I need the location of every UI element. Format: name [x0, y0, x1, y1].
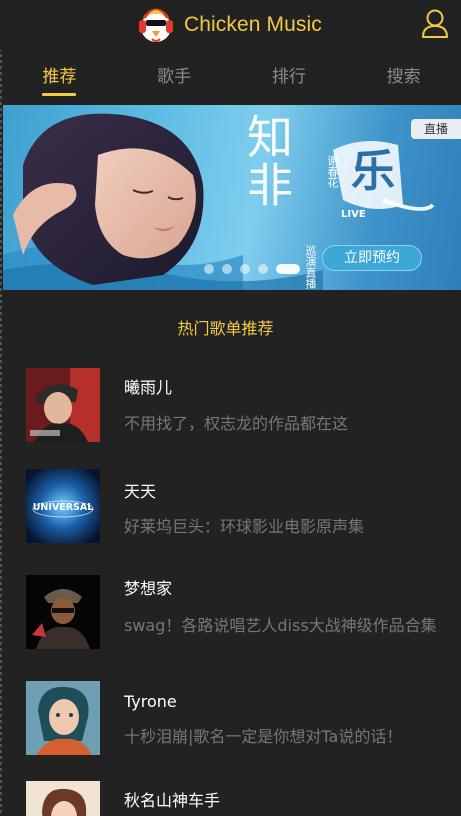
tab-recommend[interactable]: 推荐 — [2, 52, 117, 102]
playlist-cover-image: UNIVERSAL — [26, 469, 100, 543]
playlist-title: 曦雨儿 — [124, 378, 173, 397]
list-item[interactable]: Tyrone 十秒泪崩|歌名一定是你想对Ta说的话！ — [0, 681, 461, 761]
banner-title-text: 知非 — [240, 113, 294, 209]
user-profile-button[interactable] — [420, 8, 450, 40]
chicken-headphones-logo-icon — [136, 4, 176, 46]
playlist-cover-image — [26, 368, 100, 442]
playlist-title: Tyrone — [124, 692, 177, 711]
banner-dot[interactable] — [240, 264, 250, 274]
tab-search[interactable]: 搜索 — [346, 52, 461, 102]
banner-dot[interactable] — [222, 264, 232, 274]
playlist-desc: 好莱坞巨头：环球影业电影原声集 — [124, 517, 365, 536]
playlist-cover-image — [26, 681, 100, 755]
banner-slider[interactable]: 知非 巡演直播 谢春花 乐 LIVE 直播 立即预约 — [3, 105, 461, 290]
banner-dot[interactable] — [258, 264, 268, 274]
playlist-desc: 十秒泪崩|歌名一定是你想对Ta说的话！ — [124, 727, 403, 746]
playlist-cover-image — [26, 575, 100, 649]
main-tabs: 推荐 歌手 排行 搜索 — [2, 52, 461, 102]
playlist-title: 天天 — [124, 482, 157, 501]
banner-dot-active[interactable] — [276, 264, 300, 274]
playlist-desc: swag！各路说唱艺人diss大战神级作品合集 — [124, 616, 437, 635]
app-title: Chicken Music — [184, 13, 322, 36]
banner-live-badge: LIVE — [341, 209, 366, 220]
section-title: 热门歌单推荐 — [177, 319, 274, 338]
list-item[interactable]: 曦雨儿 不用找了，权志龙的作品都在这 — [0, 368, 461, 448]
playlist-cover-image — [26, 781, 100, 816]
tab-singers[interactable]: 歌手 — [117, 52, 232, 102]
tab-rank[interactable]: 排行 — [232, 52, 347, 102]
user-icon — [422, 9, 448, 38]
live-tag: 直播 — [411, 119, 461, 139]
playlist-title: 秋名山神车手 — [124, 791, 221, 810]
banner-logo-text: 乐 — [351, 146, 395, 197]
cover-text: UNIVERSAL — [33, 502, 94, 513]
list-item[interactable]: UNIVERSAL 天天 好莱坞巨头：环球影业电影原声集 — [0, 469, 461, 549]
banner-dots — [3, 264, 461, 276]
list-item[interactable]: 梦想家 swag！各路说唱艺人diss大战神级作品合集 — [0, 575, 461, 675]
list-item[interactable]: 秋名山神车手 — [0, 781, 461, 816]
app-header: Chicken Music — [0, 0, 461, 50]
playlist-desc: 不用找了，权志龙的作品都在这 — [124, 414, 349, 433]
playlist-title: 梦想家 — [124, 579, 173, 598]
banner-artist-text: 谢春花 — [326, 155, 339, 188]
banner-dot[interactable] — [204, 264, 214, 274]
